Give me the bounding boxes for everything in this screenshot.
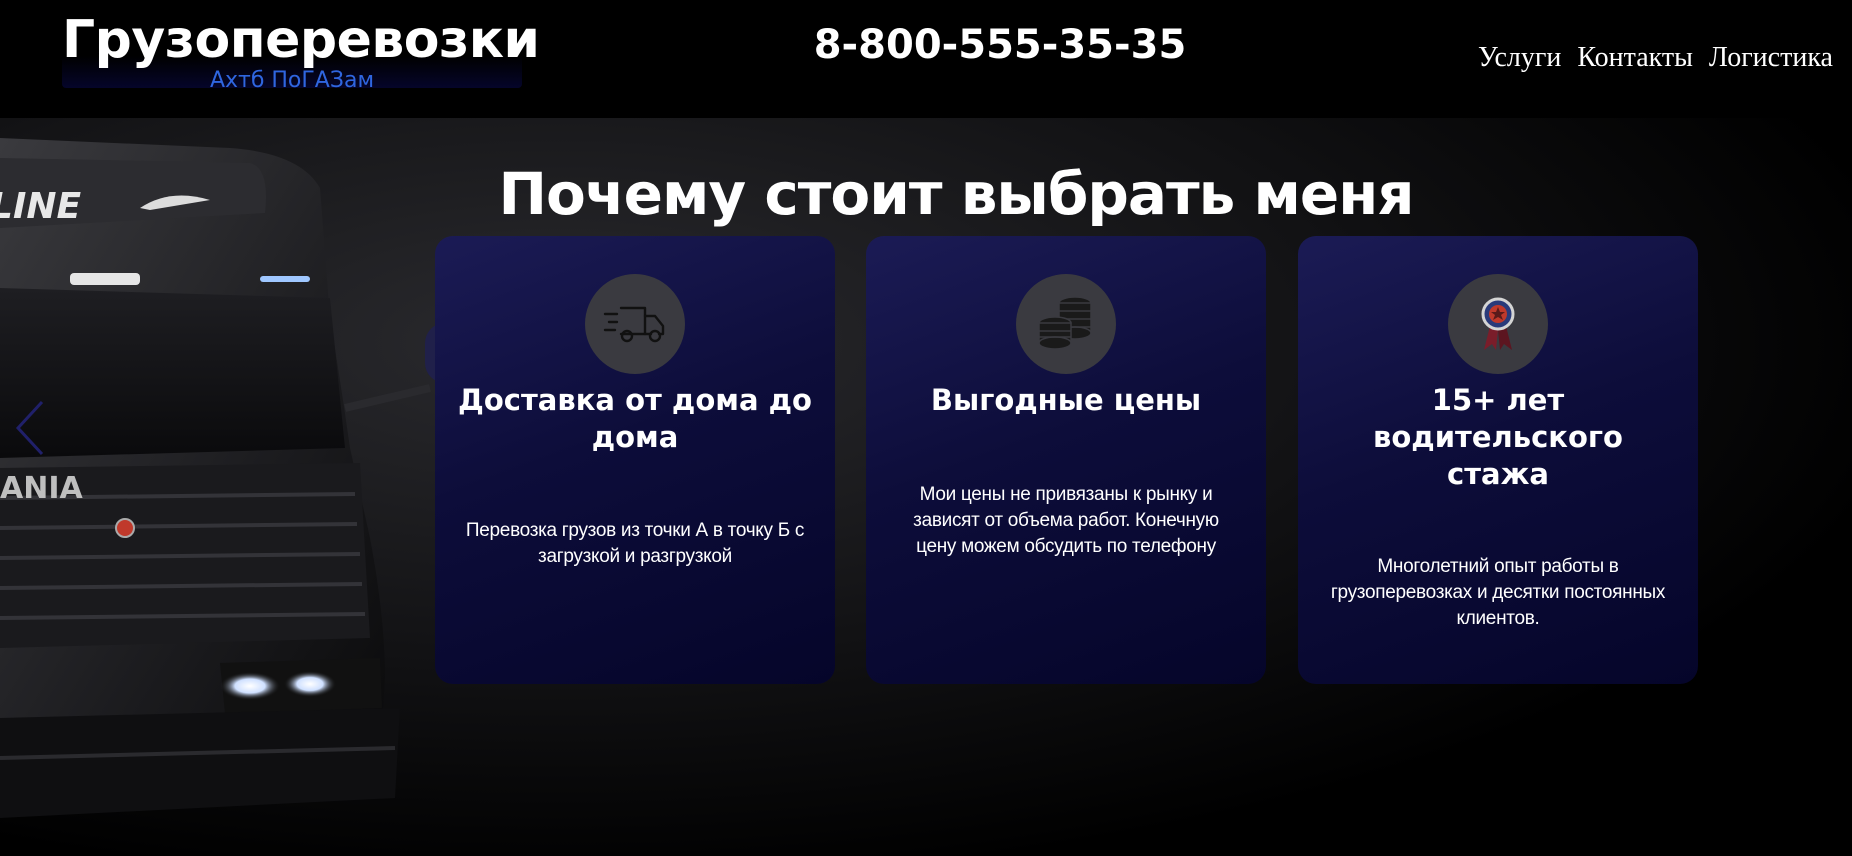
- card-heading: 15+ лет водительского стажа: [1373, 383, 1623, 491]
- card-text: Многолетний опыт работы в грузоперевозка…: [1330, 556, 1666, 629]
- main-nav: Услуги Контакты Логистика: [1478, 38, 1833, 78]
- site-header: Грузоперевозки Ахтб ПоГАЗам 8-800-555-35…: [0, 0, 1852, 118]
- delivery-truck-icon: [585, 274, 685, 374]
- nav-item-services[interactable]: Услуги: [1478, 38, 1561, 78]
- logo-title: Грузоперевозки: [62, 10, 540, 70]
- award-medal-icon: [1448, 274, 1548, 374]
- nav-item-logistics[interactable]: Логистика: [1709, 38, 1833, 78]
- card-heading: Выгодные цены: [930, 383, 1202, 417]
- svg-text:ANIA: ANIA: [0, 471, 83, 506]
- slider-prev-arrow-icon[interactable]: [12, 398, 52, 458]
- section-title: Почему стоит выбрать меня: [498, 160, 1414, 228]
- card-heading: Доставка от дома до дома: [458, 383, 812, 454]
- logo[interactable]: Грузоперевозки Ахтб ПоГАЗам: [62, 8, 540, 93]
- phone-number-link[interactable]: 8-800-555-35-35: [800, 20, 1200, 70]
- feature-card-delivery: Доставка от дома до дома Перевозка грузо…: [435, 236, 835, 684]
- logo-subtitle: Ахтб ПоГАЗам: [209, 68, 375, 93]
- svg-text:LINE: LINE: [0, 186, 81, 227]
- card-text: Перевозка грузов из точки А в точку Б с …: [465, 520, 805, 567]
- feature-card-prices: Выгодные цены Мои цены не привязаны к ры…: [866, 236, 1266, 684]
- coins-stack-icon: [1016, 274, 1116, 374]
- page: LINE ANIA: [0, 0, 1852, 856]
- feature-card-experience: 15+ лет водительского стажа Многолетний …: [1298, 236, 1698, 684]
- nav-item-contacts[interactable]: Контакты: [1577, 38, 1693, 78]
- card-text: Мои цены не привязаны к рынку и зависят …: [913, 484, 1219, 557]
